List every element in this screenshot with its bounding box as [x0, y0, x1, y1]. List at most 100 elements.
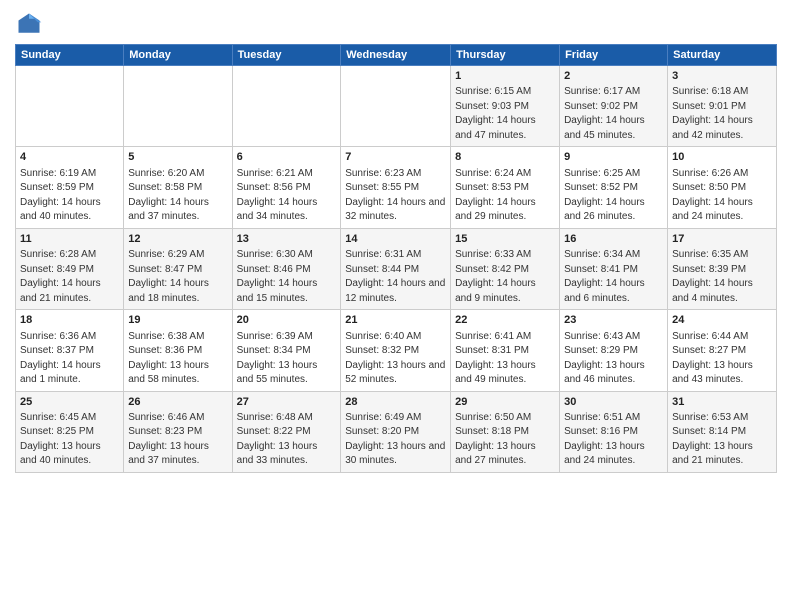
- calendar-header: SundayMondayTuesdayWednesdayThursdayFrid…: [16, 45, 777, 66]
- calendar-cell: 8 Sunrise: 6:24 AM Sunset: 8:53 PM Daylig…: [451, 147, 560, 228]
- day-number: 1: [455, 69, 555, 84]
- header: [15, 10, 777, 38]
- day-info: Sunrise: 6:18 AM Sunset: 9:01 PM Dayligh…: [672, 85, 772, 143]
- weekday-header-friday: Friday: [560, 45, 668, 66]
- calendar-cell: 21Sunrise: 6:40 AM Sunset: 8:32 PM Dayli…: [341, 310, 451, 391]
- calendar-cell: 4 Sunrise: 6:19 AM Sunset: 8:59 PM Daylig…: [16, 147, 124, 228]
- day-info: Sunrise: 6:19 AM Sunset: 8:59 PM Dayligh…: [20, 167, 119, 225]
- day-info: Sunrise: 6:38 AM Sunset: 8:36 PM Dayligh…: [128, 330, 227, 388]
- calendar-cell: 30Sunrise: 6:51 AM Sunset: 8:16 PM Dayli…: [560, 391, 668, 472]
- day-number: 18: [20, 313, 119, 328]
- day-info: Sunrise: 6:53 AM Sunset: 8:14 PM Dayligh…: [672, 411, 772, 469]
- day-number: 13: [237, 232, 337, 247]
- calendar-cell: 18 Sunrise: 6:36 AM Sunset: 8:37 PM Dayli…: [16, 310, 124, 391]
- day-info: Sunrise: 6:49 AM Sunset: 8:20 PM Dayligh…: [345, 411, 446, 469]
- page: SundayMondayTuesdayWednesdayThursdayFrid…: [0, 0, 792, 612]
- day-info: Sunrise: 6:24 AM Sunset: 8:53 PM Dayligh…: [455, 167, 555, 225]
- calendar-cell: 19 Sunrise: 6:38 AM Sunset: 8:36 PM Dayli…: [124, 310, 232, 391]
- calendar-cell: 16Sunrise: 6:34 AM Sunset: 8:41 PM Dayli…: [560, 228, 668, 309]
- calendar-cell: 9 Sunrise: 6:25 AM Sunset: 8:52 PM Daylig…: [560, 147, 668, 228]
- day-number: 6: [237, 150, 337, 165]
- calendar-cell: 3Sunrise: 6:18 AM Sunset: 9:01 PM Daylig…: [668, 66, 777, 147]
- calendar-week-row: 4 Sunrise: 6:19 AM Sunset: 8:59 PM Daylig…: [16, 147, 777, 228]
- calendar-cell: 7 Sunrise: 6:23 AM Sunset: 8:55 PM Daylig…: [341, 147, 451, 228]
- day-number: 2: [564, 69, 663, 84]
- day-number: 23: [564, 313, 663, 328]
- day-info: Sunrise: 6:28 AM Sunset: 8:49 PM Dayligh…: [20, 248, 119, 306]
- day-number: 31: [672, 395, 772, 410]
- day-number: 26: [128, 395, 227, 410]
- day-number: 3: [672, 69, 772, 84]
- day-number: 27: [237, 395, 337, 410]
- day-number: 22: [455, 313, 555, 328]
- day-info: Sunrise: 6:44 AM Sunset: 8:27 PM Dayligh…: [672, 330, 772, 388]
- day-info: Sunrise: 6:23 AM Sunset: 8:55 PM Dayligh…: [345, 167, 446, 225]
- day-number: 30: [564, 395, 663, 410]
- calendar-cell: [124, 66, 232, 147]
- weekday-header-monday: Monday: [124, 45, 232, 66]
- day-info: Sunrise: 6:25 AM Sunset: 8:52 PM Dayligh…: [564, 167, 663, 225]
- calendar-cell: 24 Sunrise: 6:44 AM Sunset: 8:27 PM Dayli…: [668, 310, 777, 391]
- day-number: 8: [455, 150, 555, 165]
- day-info: Sunrise: 6:50 AM Sunset: 8:18 PM Dayligh…: [455, 411, 555, 469]
- weekday-header-tuesday: Tuesday: [232, 45, 341, 66]
- calendar-cell: 5Sunrise: 6:20 AM Sunset: 8:58 PM Daylig…: [124, 147, 232, 228]
- day-info: Sunrise: 6:41 AM Sunset: 8:31 PM Dayligh…: [455, 330, 555, 388]
- calendar-body: 1Sunrise: 6:15 AM Sunset: 9:03 PM Daylig…: [16, 66, 777, 473]
- day-info: Sunrise: 6:43 AM Sunset: 8:29 PM Dayligh…: [564, 330, 663, 388]
- day-number: 4: [20, 150, 119, 165]
- day-number: 24: [672, 313, 772, 328]
- calendar-cell: 10 Sunrise: 6:26 AM Sunset: 8:50 PM Dayli…: [668, 147, 777, 228]
- calendar-cell: [341, 66, 451, 147]
- day-info: Sunrise: 6:35 AM Sunset: 8:39 PM Dayligh…: [672, 248, 772, 306]
- day-info: Sunrise: 6:17 AM Sunset: 9:02 PM Dayligh…: [564, 85, 663, 143]
- day-info: Sunrise: 6:40 AM Sunset: 8:32 PM Dayligh…: [345, 330, 446, 388]
- calendar-cell: 12Sunrise: 6:29 AM Sunset: 8:47 PM Dayli…: [124, 228, 232, 309]
- day-info: Sunrise: 6:21 AM Sunset: 8:56 PM Dayligh…: [237, 167, 337, 225]
- calendar-cell: [16, 66, 124, 147]
- calendar-cell: 22 Sunrise: 6:41 AM Sunset: 8:31 PM Dayli…: [451, 310, 560, 391]
- day-number: 10: [672, 150, 772, 165]
- day-number: 9: [564, 150, 663, 165]
- calendar-week-row: 1Sunrise: 6:15 AM Sunset: 9:03 PM Daylig…: [16, 66, 777, 147]
- day-number: 7: [345, 150, 446, 165]
- calendar-cell: 28Sunrise: 6:49 AM Sunset: 8:20 PM Dayli…: [341, 391, 451, 472]
- day-info: Sunrise: 6:36 AM Sunset: 8:37 PM Dayligh…: [20, 330, 119, 388]
- day-info: Sunrise: 6:15 AM Sunset: 9:03 PM Dayligh…: [455, 85, 555, 143]
- weekday-header-wednesday: Wednesday: [341, 45, 451, 66]
- day-info: Sunrise: 6:20 AM Sunset: 8:58 PM Dayligh…: [128, 167, 227, 225]
- calendar-cell: 13Sunrise: 6:30 AM Sunset: 8:46 PM Dayli…: [232, 228, 341, 309]
- calendar-cell: 2Sunrise: 6:17 AM Sunset: 9:02 PM Daylig…: [560, 66, 668, 147]
- day-info: Sunrise: 6:39 AM Sunset: 8:34 PM Dayligh…: [237, 330, 337, 388]
- day-info: Sunrise: 6:34 AM Sunset: 8:41 PM Dayligh…: [564, 248, 663, 306]
- calendar-cell: 17Sunrise: 6:35 AM Sunset: 8:39 PM Dayli…: [668, 228, 777, 309]
- day-info: Sunrise: 6:26 AM Sunset: 8:50 PM Dayligh…: [672, 167, 772, 225]
- calendar-cell: 11Sunrise: 6:28 AM Sunset: 8:49 PM Dayli…: [16, 228, 124, 309]
- day-info: Sunrise: 6:29 AM Sunset: 8:47 PM Dayligh…: [128, 248, 227, 306]
- day-number: 29: [455, 395, 555, 410]
- day-info: Sunrise: 6:48 AM Sunset: 8:22 PM Dayligh…: [237, 411, 337, 469]
- day-info: Sunrise: 6:30 AM Sunset: 8:46 PM Dayligh…: [237, 248, 337, 306]
- logo-icon: [15, 10, 43, 38]
- day-info: Sunrise: 6:33 AM Sunset: 8:42 PM Dayligh…: [455, 248, 555, 306]
- calendar-cell: 14Sunrise: 6:31 AM Sunset: 8:44 PM Dayli…: [341, 228, 451, 309]
- calendar-cell: 6 Sunrise: 6:21 AM Sunset: 8:56 PM Daylig…: [232, 147, 341, 228]
- day-number: 20: [237, 313, 337, 328]
- calendar-cell: [232, 66, 341, 147]
- calendar-cell: 31Sunrise: 6:53 AM Sunset: 8:14 PM Dayli…: [668, 391, 777, 472]
- day-number: 11: [20, 232, 119, 247]
- day-number: 17: [672, 232, 772, 247]
- calendar-cell: 29Sunrise: 6:50 AM Sunset: 8:18 PM Dayli…: [451, 391, 560, 472]
- calendar-week-row: 18 Sunrise: 6:36 AM Sunset: 8:37 PM Dayli…: [16, 310, 777, 391]
- day-info: Sunrise: 6:51 AM Sunset: 8:16 PM Dayligh…: [564, 411, 663, 469]
- weekday-header-row: SundayMondayTuesdayWednesdayThursdayFrid…: [16, 45, 777, 66]
- day-number: 12: [128, 232, 227, 247]
- day-info: Sunrise: 6:45 AM Sunset: 8:25 PM Dayligh…: [20, 411, 119, 469]
- calendar-table: SundayMondayTuesdayWednesdayThursdayFrid…: [15, 44, 777, 473]
- calendar-week-row: 11Sunrise: 6:28 AM Sunset: 8:49 PM Dayli…: [16, 228, 777, 309]
- day-number: 19: [128, 313, 227, 328]
- day-number: 14: [345, 232, 446, 247]
- calendar-cell: 27Sunrise: 6:48 AM Sunset: 8:22 PM Dayli…: [232, 391, 341, 472]
- calendar-cell: 20 Sunrise: 6:39 AM Sunset: 8:34 PM Dayli…: [232, 310, 341, 391]
- calendar-cell: 15Sunrise: 6:33 AM Sunset: 8:42 PM Dayli…: [451, 228, 560, 309]
